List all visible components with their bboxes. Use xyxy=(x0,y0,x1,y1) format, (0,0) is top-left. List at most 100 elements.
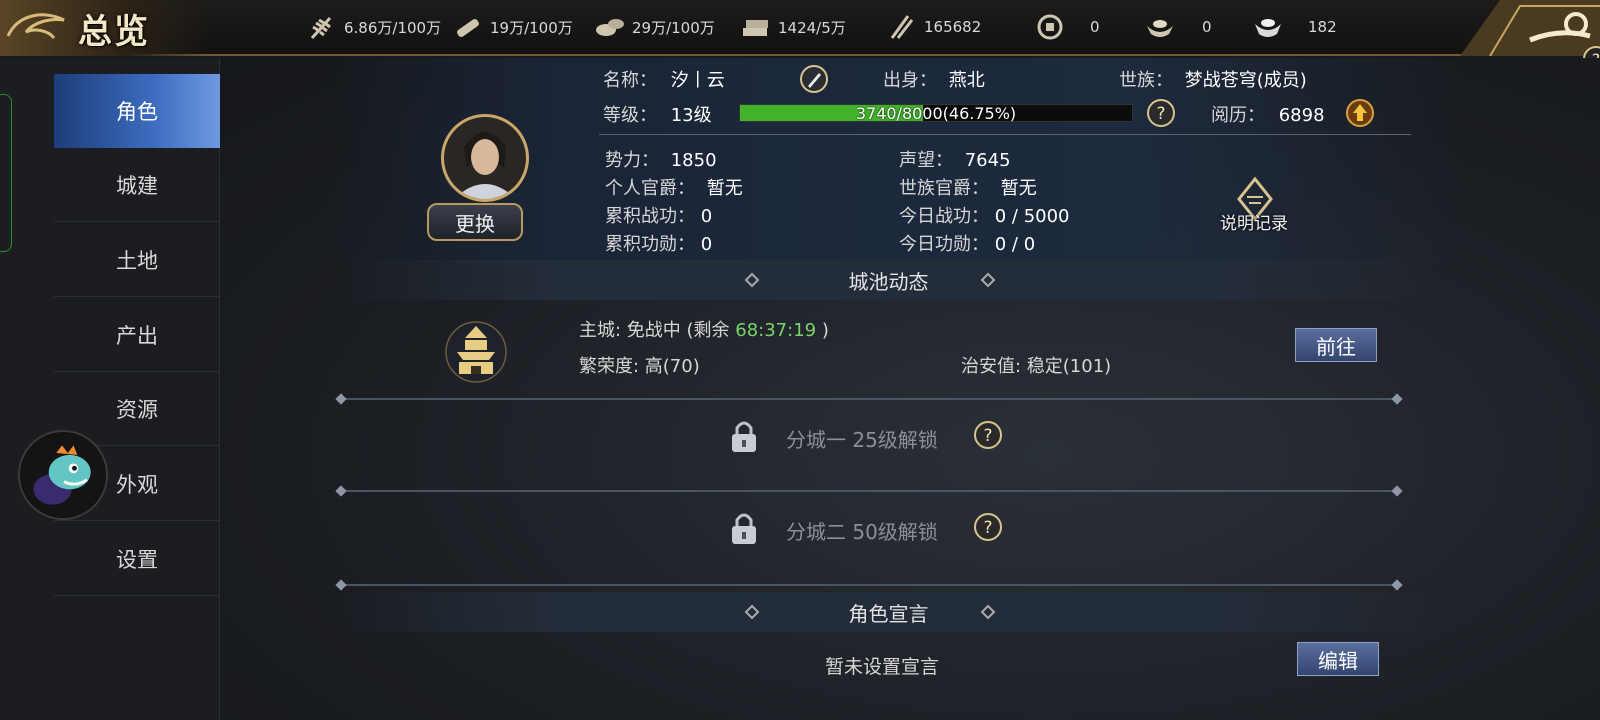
sidebar-item-city-building[interactable]: 城建 xyxy=(54,148,220,222)
sidebar-item-land[interactable]: 土地 xyxy=(54,223,220,297)
name-row: 名称： 汐丨云 xyxy=(603,66,725,92)
sidebar-item-settings[interactable]: 设置 xyxy=(54,522,220,596)
branch-separator xyxy=(341,490,1397,492)
clan-value: 梦战苍穹(成员) xyxy=(1184,70,1307,91)
sidebar-item-character[interactable]: 角色 xyxy=(54,74,220,148)
level-help-icon[interactable]: ? xyxy=(1146,98,1176,128)
resource-gold-ingot[interactable]: 0 xyxy=(1144,12,1212,42)
reputation-value: 7645 xyxy=(964,150,1011,171)
personal-rank-value: 暂无 xyxy=(706,178,743,199)
experience-label: 阅历： xyxy=(1211,105,1265,126)
main-city-label: 主城: 免战中 (剩余 xyxy=(579,320,736,341)
main-city-status: 主城: 免战中 (剩余 68:37:19 ) xyxy=(579,316,829,342)
total-honor-label: 累积功勋： xyxy=(605,234,695,255)
gold-ingot-icon xyxy=(1147,20,1173,37)
main-panel: 更换 名称： 汐丨云 出身： 燕北 世族： 梦战苍穹(成员) 等级： 13级 3… xyxy=(221,58,1600,720)
svg-text:?: ? xyxy=(983,426,992,446)
truce-timer: 68:37:19 xyxy=(735,320,817,341)
top-bar: 总览 6.86万/100万 19万/100万 29万/100万 1424/5万 … xyxy=(0,0,1600,56)
main-city-suffix: ) xyxy=(816,320,829,341)
clan-row: 世族： 梦战苍穹(成员) xyxy=(1119,66,1307,92)
level-row: 等级： 13级 xyxy=(603,101,712,127)
resource-value: 165682 xyxy=(924,18,982,36)
title-plate: 总览 xyxy=(0,0,210,56)
coin-icon xyxy=(1037,14,1063,40)
resource-coin[interactable]: 0 xyxy=(1036,12,1100,42)
branch-city-2-locked: 分城二 50级解锁 xyxy=(786,520,938,544)
level-up-arrow-icon[interactable] xyxy=(1345,98,1375,128)
sidebar-item-label: 角色 xyxy=(116,100,158,124)
sidebar-edge-tab[interactable] xyxy=(0,94,12,252)
edit-declaration-button[interactable]: 编辑 xyxy=(1297,642,1379,676)
resource-value: 0 xyxy=(1202,18,1212,36)
lock-icon xyxy=(732,513,756,544)
sidebar-item-label: 城建 xyxy=(116,173,158,198)
iron-icon xyxy=(743,20,768,36)
resource-value: 182 xyxy=(1308,18,1337,36)
power-value: 1850 xyxy=(670,150,717,171)
clan-rank-row: 世族官爵： 暂无 xyxy=(899,174,1037,200)
clan-rank-label: 世族官爵： xyxy=(899,178,989,199)
level-label: 等级： xyxy=(603,105,657,126)
name-label: 名称： xyxy=(603,70,657,91)
resource-value: 19万/100万 xyxy=(490,18,573,37)
record-button[interactable]: 说明记录 xyxy=(1209,173,1299,243)
character-portrait[interactable] xyxy=(441,114,529,202)
ornament-left-icon xyxy=(744,272,760,288)
ornament-left-icon xyxy=(744,604,760,620)
total-merit-row: 累积战功： 0 xyxy=(605,202,712,228)
branch-city-1-help-icon[interactable]: ? xyxy=(973,420,1003,450)
city-section-title: 城池动态 xyxy=(848,269,929,294)
today-honor-row: 今日功勋： 0 / 0 xyxy=(899,230,1035,256)
resource-value: 29万/100万 xyxy=(632,18,715,37)
wood-icon xyxy=(457,19,479,37)
page-title: 总览 xyxy=(78,12,150,52)
xp-progress-bar: 3740/8000(46.75%) xyxy=(739,104,1133,123)
portrait-figure-icon xyxy=(454,132,516,199)
power-row: 势力： 1850 xyxy=(605,146,717,172)
resource-iron[interactable]: 1424/5万 xyxy=(740,12,846,42)
branch-city-2-help-icon[interactable]: ? xyxy=(973,512,1003,542)
today-honor-label: 今日功勋： xyxy=(899,234,989,255)
main-city-icon[interactable] xyxy=(431,320,521,384)
experience-value: 6898 xyxy=(1278,105,1325,126)
ornament-right-icon xyxy=(980,604,996,620)
resource-value: 0 xyxy=(1090,18,1100,36)
goto-button[interactable]: 前往 xyxy=(1295,328,1377,362)
declaration-separator xyxy=(341,584,1397,586)
svg-text:?: ? xyxy=(1156,104,1165,124)
clan-label: 世族： xyxy=(1119,70,1173,91)
edit-name-icon[interactable] xyxy=(799,64,829,94)
swap-portrait-button[interactable]: 更换 xyxy=(427,203,523,241)
today-merit-label: 今日战功： xyxy=(899,206,989,227)
personal-rank-label: 个人官爵： xyxy=(605,178,695,199)
experience-row: 阅历： 6898 xyxy=(1211,101,1325,127)
declaration-section-header: 角色宣言 xyxy=(336,592,1441,632)
record-label: 说明记录 xyxy=(1220,214,1288,234)
today-merit-value: 0 / 5000 xyxy=(994,206,1070,227)
resource-value: 6.86万/100万 xyxy=(344,18,442,37)
resource-troops[interactable]: 165682 xyxy=(886,12,981,42)
total-honor-row: 累积功勋： 0 xyxy=(605,230,712,256)
personal-rank-row: 个人官爵： 暂无 xyxy=(605,174,743,200)
origin-label: 出身： xyxy=(883,70,937,91)
city-section-header: 城池动态 xyxy=(336,260,1441,300)
ornament-right-icon xyxy=(980,272,996,288)
today-merit-row: 今日战功： 0 / 5000 xyxy=(899,202,1070,228)
sidebar-item-label: 产出 xyxy=(116,323,158,348)
resource-wood[interactable]: 19万/100万 xyxy=(452,12,573,42)
prosperity-text: 繁荣度: 高(70) xyxy=(579,356,700,377)
sidebar-item-output[interactable]: 产出 xyxy=(54,298,220,372)
sidebar-item-label: 设置 xyxy=(116,547,158,572)
silver-ingot-icon xyxy=(1255,19,1281,37)
floating-assistant-avatar[interactable] xyxy=(18,430,108,520)
name-value: 汐丨云 xyxy=(670,70,725,91)
cloud-swirl-icon xyxy=(6,13,65,40)
resource-stone[interactable]: 29万/100万 xyxy=(594,12,715,42)
resource-silver-ingot[interactable]: 182 xyxy=(1252,12,1337,42)
origin-row: 出身： 燕北 xyxy=(883,66,985,92)
reputation-label: 声望： xyxy=(899,150,953,171)
branch-city-1-locked: 分城一 25级解锁 xyxy=(786,428,938,452)
reputation-row: 声望： 7645 xyxy=(899,146,1011,172)
resource-grain[interactable]: 6.86万/100万 xyxy=(306,12,441,42)
